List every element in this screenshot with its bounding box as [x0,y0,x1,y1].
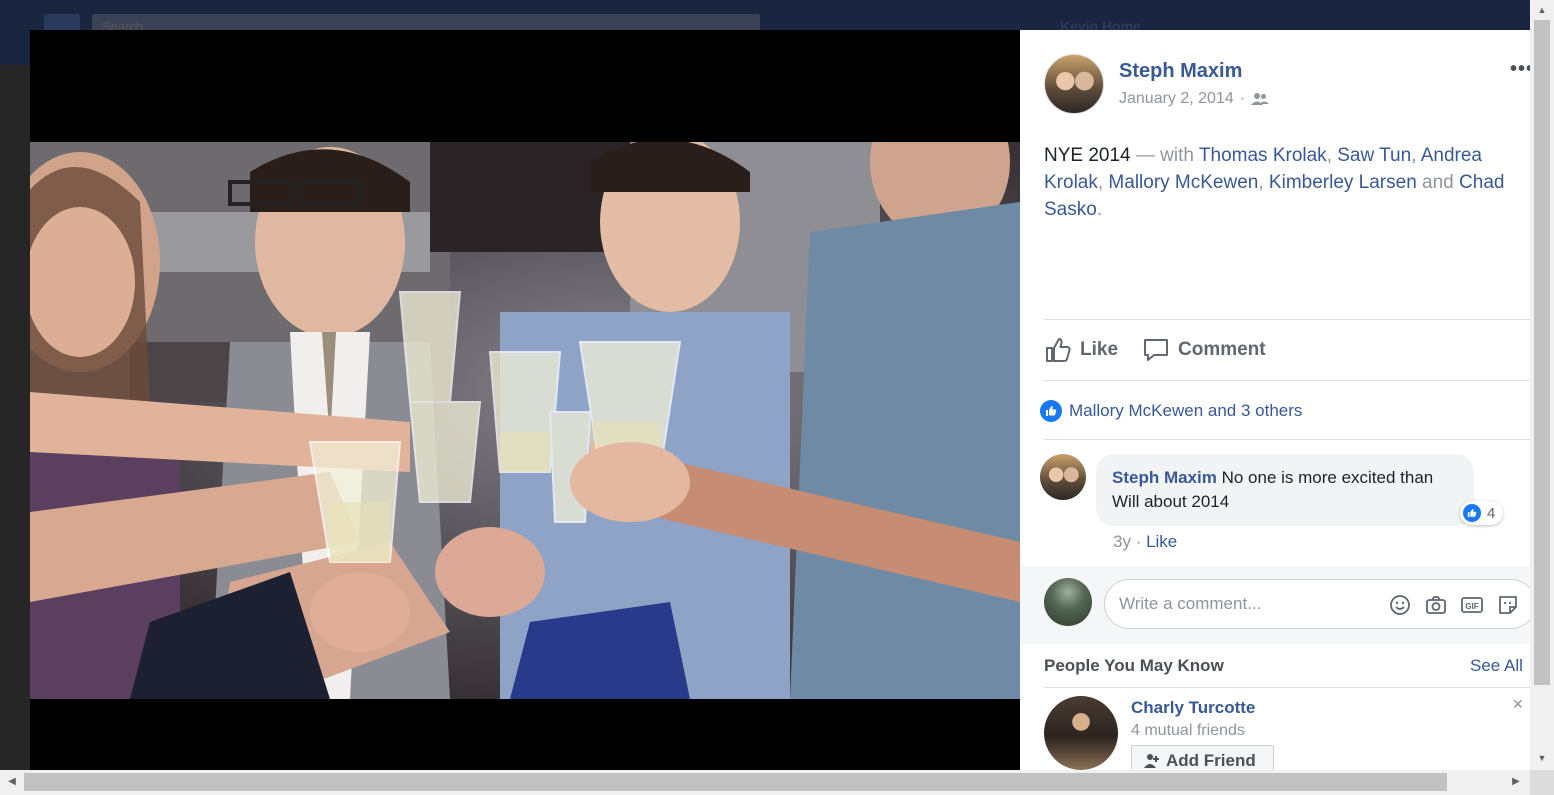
post-photo[interactable] [30,142,1020,699]
dimmed-backdrop [0,65,30,770]
more-options-icon[interactable]: ••• [1510,58,1530,81]
add-friend-button[interactable]: Add Friend [1131,745,1274,770]
pymk-title: People You May Know [1044,656,1224,675]
camera-icon[interactable] [1424,593,1448,617]
suggested-friend-name[interactable]: Charly Turcotte [1131,698,1255,718]
comma: , [1097,172,1109,193]
add-friend-label: Add Friend [1166,751,1256,770]
caption-end: . [1096,199,1103,220]
comment-label: Comment [1178,339,1266,360]
comment-button[interactable]: Comment [1142,336,1266,364]
comment-icon [1144,339,1168,361]
post-details-panel: Steph Maxim January 2, 2014 · ••• NYE 20… [1020,30,1530,770]
photo-stage[interactable] [30,30,1020,770]
add-friend-icon [1144,754,1159,768]
comment-meta: 3y · Like [1113,532,1177,552]
post-meta: January 2, 2014 · [1119,90,1270,108]
vertical-scrollbar[interactable]: ▲ ▼ [1530,0,1554,770]
friends-icon[interactable] [1251,92,1270,106]
like-reaction-icon [1040,400,1062,422]
dismiss-suggestion-icon[interactable]: ✕ [1512,696,1524,713]
thumbs-up-icon [1046,338,1071,362]
post-date[interactable]: January 2, 2014 [1119,90,1234,108]
comma: , [1326,145,1338,166]
like-button[interactable]: Like [1044,336,1118,364]
horizontal-scrollbar[interactable]: ◀ ▶ [0,770,1530,795]
scroll-up-icon[interactable]: ▲ [1536,4,1548,16]
comment-age[interactable]: 3y [1113,532,1131,551]
tagged-friend-link[interactable]: Saw Tun [1337,145,1411,166]
like-reaction-icon [1463,504,1481,522]
comment-placeholder: Write a comment... [1119,594,1262,613]
svg-text:GIF: GIF [1465,602,1478,611]
like-label: Like [1080,339,1119,360]
vertical-scroll-thumb[interactable] [1534,20,1550,685]
suggested-friend-avatar[interactable] [1044,696,1118,770]
scroll-left-icon[interactable]: ◀ [6,776,18,788]
author-avatar[interactable] [1044,54,1104,114]
commenter-avatar[interactable] [1040,454,1086,500]
author-name-link[interactable]: Steph Maxim [1119,60,1242,83]
caption-with: — with [1130,145,1199,166]
horizontal-scroll-thumb[interactable] [24,773,1447,791]
divider [1044,380,1530,381]
scroll-down-icon[interactable]: ▼ [1536,752,1548,764]
divider [1044,687,1530,688]
tagged-friend-link[interactable]: Thomas Krolak [1199,145,1327,166]
divider [1044,319,1530,320]
scrollbar-corner [1530,770,1554,795]
reaction-count: 4 [1487,504,1496,522]
comment-reaction-count[interactable]: 4 [1460,501,1504,525]
tagged-friend-link[interactable]: Kimberley Larsen [1269,172,1417,193]
caption-title: NYE 2014 [1044,145,1131,166]
likes-summary[interactable]: Mallory McKewen and 3 others [1040,400,1302,422]
gif-icon[interactable]: GIF [1460,593,1484,617]
current-user-avatar [1044,578,1092,626]
post-caption: NYE 2014 — with Thomas Krolak, Saw Tun, … [1044,142,1530,223]
photo-illustration [30,142,1020,699]
comment-input[interactable]: Write a comment... GIF [1104,579,1530,629]
scroll-right-icon[interactable]: ▶ [1510,776,1522,788]
divider [1044,439,1530,440]
sticker-icon[interactable] [1496,593,1520,617]
commenter-name-link[interactable]: Steph Maxim [1112,468,1217,487]
comma: , [1411,145,1421,166]
likes-summary-text: Mallory McKewen and 3 others [1069,401,1303,420]
caption-and: and [1416,172,1460,193]
meta-dot: · [1130,532,1147,551]
facebook-photo-viewer: Search Kevin Home Steph Maxim January 2,… [0,0,1554,795]
see-all-link[interactable]: See All [1470,656,1523,676]
tagged-friend-link[interactable]: Mallory McKewen [1108,172,1258,193]
comma: , [1258,172,1269,193]
mutual-friends-count[interactable]: 4 mutual friends [1131,722,1245,740]
comment-bubble: Steph Maxim No one is more excited than … [1096,454,1474,526]
emoji-icon[interactable] [1388,593,1412,617]
comment-like-link[interactable]: Like [1146,532,1177,551]
meta-separator: · [1239,90,1246,107]
